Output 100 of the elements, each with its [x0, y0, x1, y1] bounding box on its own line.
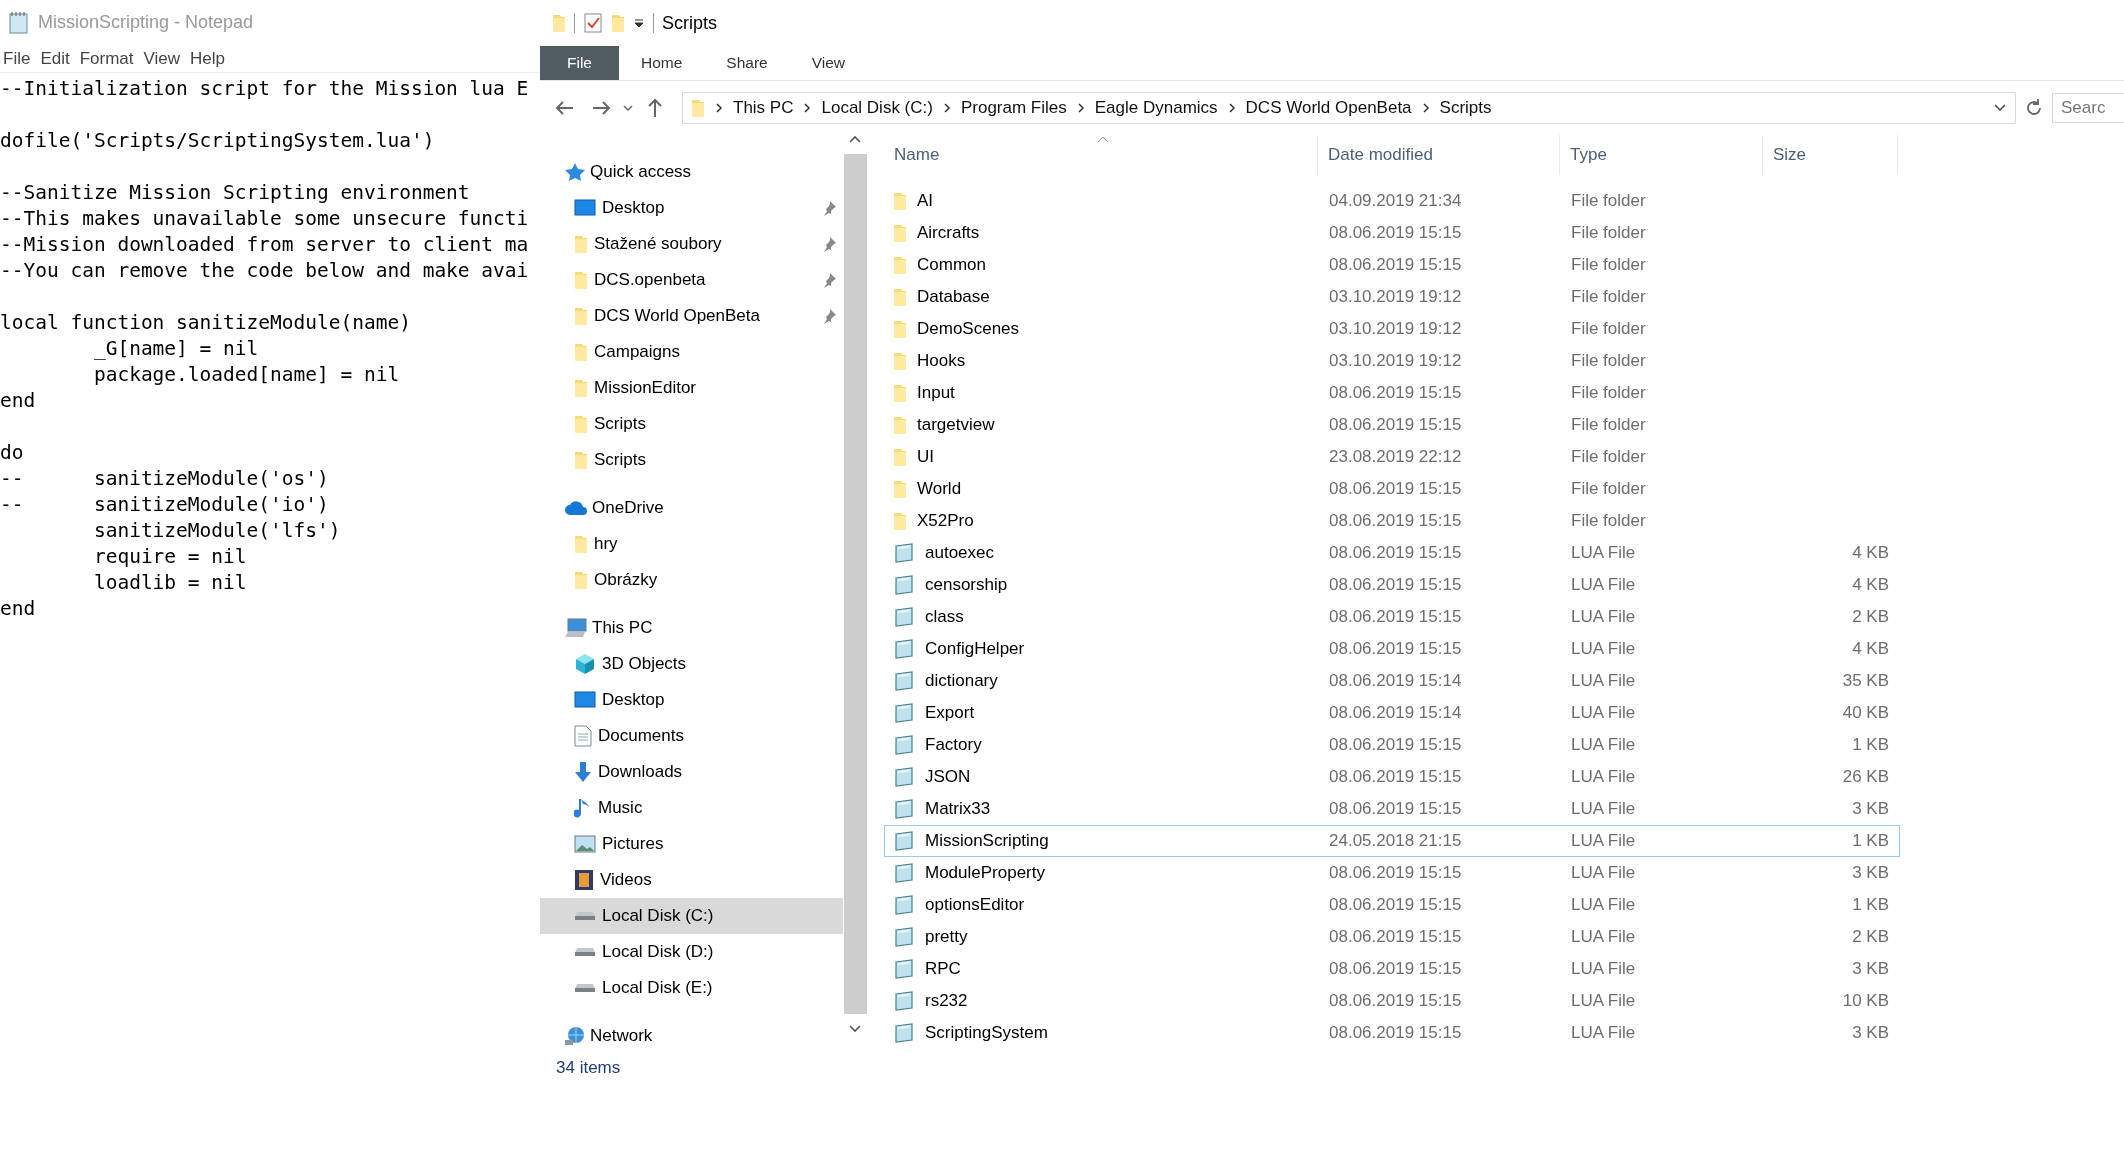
file-name: ModuleProperty: [925, 863, 1045, 883]
checkmark-icon[interactable]: [583, 12, 603, 34]
ribbon-tab[interactable]: File: [540, 46, 619, 80]
file-row[interactable]: censorship 08.06.2019 15:15 LUA File 4 KB: [884, 569, 1900, 601]
code-line: _G[name] = nil: [92, 336, 260, 362]
pin-icon[interactable]: [821, 200, 837, 216]
nav-item[interactable]: Desktop: [540, 190, 843, 226]
nav-item[interactable]: This PC: [540, 610, 843, 646]
nav-item[interactable]: Desktop: [540, 682, 843, 718]
nav-item[interactable]: Pictures: [540, 826, 843, 862]
cube-icon: [574, 653, 596, 675]
file-row[interactable]: class 08.06.2019 15:15 LUA File 2 KB: [884, 601, 1900, 633]
file-row[interactable]: MissionScripting 24.05.2018 21:15 LUA File 1 KB: [884, 825, 1900, 857]
window-title: MissionScripting - Notepad: [38, 12, 254, 33]
nav-item[interactable]: Local Disk (D:): [540, 934, 843, 970]
file-row[interactable]: Input 08.06.2019 15:15 File folder: [884, 377, 1900, 409]
breadcrumb[interactable]: Eagle Dynamics: [1094, 98, 1218, 118]
nav-item[interactable]: Scripts: [540, 406, 843, 442]
date-cell-text: 08.06.2019 15:15: [1328, 991, 1463, 1011]
document-icon: [893, 767, 915, 787]
nav-item[interactable]: MissionEditor: [540, 370, 843, 406]
ribbon-tab[interactable]: View: [789, 46, 868, 80]
nav-item[interactable]: Music: [540, 790, 843, 826]
size-cell-text: 26 KB: [1841, 767, 1890, 787]
file-row[interactable]: Database 03.10.2019 19:12 File folder: [884, 281, 1900, 313]
chevron-down-icon[interactable]: [1993, 103, 2007, 113]
file-row[interactable]: X52Pro 08.06.2019 15:15 File folder: [884, 505, 1900, 537]
type-cell-text: LUA File: [1570, 575, 1637, 595]
file-row[interactable]: ConfigHelper 08.06.2019 15:15 LUA File 4 KB: [884, 633, 1900, 665]
document-icon: [893, 799, 915, 819]
nav-item[interactable]: Documents: [540, 718, 843, 754]
column-header[interactable]: Size: [1763, 135, 1898, 175]
date-cell-text: 08.06.2019 15:15: [1328, 927, 1463, 947]
nav-item[interactable]: hry: [540, 526, 843, 562]
nav-item[interactable]: Stažené soubory: [540, 226, 843, 262]
nav-item[interactable]: DCS World OpenBeta: [540, 298, 843, 334]
nav-item[interactable]: Local Disk (C:): [540, 898, 843, 934]
nav-item[interactable]: Network: [540, 1018, 843, 1054]
file-row[interactable]: Common 08.06.2019 15:15 File folder: [884, 249, 1900, 281]
type-cell-text: File folder: [1570, 255, 1647, 275]
menu-item[interactable]: Format: [76, 48, 141, 69]
nav-item[interactable]: Scripts: [540, 442, 843, 478]
ribbon-tab[interactable]: Share: [704, 46, 790, 80]
nav-item[interactable]: 3D Objects: [540, 646, 843, 682]
file-row[interactable]: ScriptingSystem 08.06.2019 15:15 LUA File 3 KB: [884, 1017, 1900, 1049]
address-bar[interactable]: This PC Local Disk (C:) Program Files Eagle Dynamics DCS World OpenBeta Scripts: [682, 92, 2016, 124]
file-row[interactable]: Export 08.06.2019 15:14 LUA File 40 KB: [884, 697, 1900, 729]
file-row[interactable]: Aircrafts 08.06.2019 15:15 File folder: [884, 217, 1900, 249]
nav-item[interactable]: Downloads: [540, 754, 843, 790]
ribbon-tab[interactable]: Home: [619, 46, 705, 80]
file-name: class: [925, 607, 964, 627]
type-cell-text: File folder: [1570, 415, 1647, 435]
file-row[interactable]: targetview 08.06.2019 15:15 File folder: [884, 409, 1900, 441]
column-header[interactable]: Type: [1560, 135, 1763, 175]
nav-item[interactable]: Videos: [540, 862, 843, 898]
search-field[interactable]: Searc: [2052, 93, 2124, 123]
file-row[interactable]: UI 23.08.2019 22:12 File folder: [884, 441, 1900, 473]
breadcrumb[interactable]: Scripts: [1439, 98, 1492, 118]
file-row[interactable]: AI 04.09.2019 21:34 File folder: [884, 185, 1900, 217]
file-row[interactable]: JSON 08.06.2019 15:15 LUA File 26 KB: [884, 761, 1900, 793]
nav-item[interactable]: DCS.openbeta: [540, 262, 843, 298]
file-row[interactable]: rs232 08.06.2019 15:15 LUA File 10 KB: [884, 985, 1900, 1017]
file-row[interactable]: RPC 08.06.2019 15:15 LUA File 3 KB: [884, 953, 1900, 985]
dropdown-icon[interactable]: [633, 17, 645, 29]
computer-icon: [564, 618, 588, 638]
file-row[interactable]: Matrix33 08.06.2019 15:15 LUA File 3 KB: [884, 793, 1900, 825]
file-row[interactable]: dictionary 08.06.2019 15:14 LUA File 35 KB: [884, 665, 1900, 697]
breadcrumb[interactable]: DCS World OpenBeta: [1245, 98, 1412, 118]
file-row[interactable]: Hooks 03.10.2019 19:12 File folder: [884, 345, 1900, 377]
type-cell-text: LUA File: [1570, 991, 1637, 1011]
nav-item[interactable]: Local Disk (E:): [540, 970, 843, 1006]
code-line: require = nil: [92, 544, 248, 570]
file-row[interactable]: pretty 08.06.2019 15:15 LUA File 2 KB: [884, 921, 1900, 953]
file-row[interactable]: optionsEditor 08.06.2019 15:15 LUA File 1 KB: [884, 889, 1900, 921]
nav-item[interactable]: Obrázky: [540, 562, 843, 598]
breadcrumb[interactable]: Program Files: [960, 98, 1067, 118]
menu-item[interactable]: View: [140, 48, 188, 69]
file-row[interactable]: DemoScenes 03.10.2019 19:12 File folder: [884, 313, 1900, 345]
film-icon: [574, 869, 594, 891]
date-cell-text: 08.06.2019 15:15: [1328, 863, 1463, 883]
file-row[interactable]: World 08.06.2019 15:15 File folder: [884, 473, 1900, 505]
code-line: end: [0, 596, 37, 622]
chevron-down-icon[interactable]: [622, 103, 634, 113]
nav-item[interactable]: OneDrive: [540, 490, 843, 526]
breadcrumb[interactable]: This PC: [733, 98, 794, 118]
file-row[interactable]: Factory 08.06.2019 15:15 LUA File 1 KB: [884, 729, 1900, 761]
file-row[interactable]: ModuleProperty 08.06.2019 15:15 LUA File 3 KB: [884, 857, 1900, 889]
menu-item[interactable]: Help: [187, 48, 233, 69]
file-row[interactable]: autoexec 08.06.2019 15:15 LUA File 4 KB: [884, 537, 1900, 569]
pin-icon[interactable]: [821, 308, 837, 324]
column-header[interactable]: Date modified: [1318, 135, 1560, 175]
column-header[interactable]: Name: [884, 135, 1318, 175]
menu-item[interactable]: Edit: [37, 48, 77, 69]
nav-item[interactable]: Campaigns: [540, 334, 843, 370]
breadcrumb[interactable]: Local Disk (C:): [821, 98, 933, 118]
menu-item[interactable]: File: [0, 48, 38, 69]
pin-icon[interactable]: [821, 272, 837, 288]
pin-icon[interactable]: [821, 236, 837, 252]
nav-item[interactable]: Quick access: [540, 154, 843, 190]
code-line: --Mission downloaded from server to client ma: [0, 232, 530, 258]
